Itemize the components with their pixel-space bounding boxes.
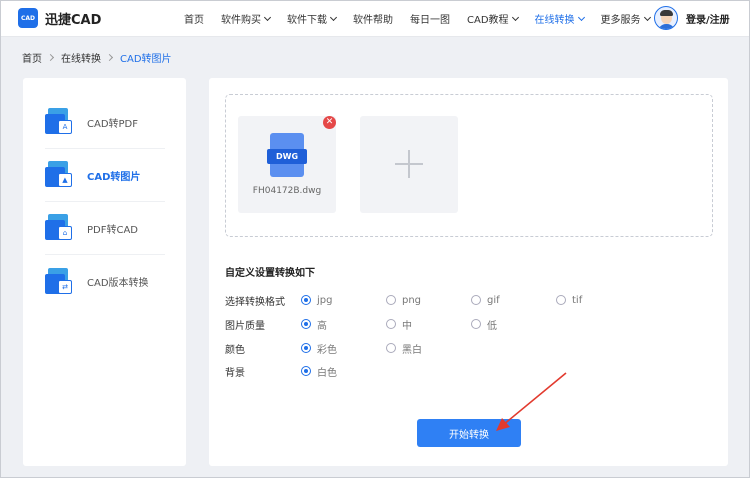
file-name: FH04172B.dwg	[252, 186, 322, 196]
sidebar-item-label: CAD转PDF	[87, 118, 139, 130]
chevron-right-icon	[105, 53, 114, 62]
option-label: 黑白	[402, 344, 422, 356]
format-option-tif[interactable]: tif	[556, 295, 582, 306]
format-option-png[interactable]: png	[386, 295, 421, 306]
option-label: tif	[572, 294, 583, 306]
sidebar-item-cad-to-image[interactable]: ▲ CAD转图片	[45, 149, 165, 202]
sidebar-item-label: CAD版本转换	[87, 278, 149, 289]
format-option-jpg[interactable]: jpg	[301, 295, 332, 306]
uploaded-file-card: DWG FH04172B.dwg ✕	[238, 116, 336, 213]
avatar[interactable]	[654, 6, 678, 30]
option-label: 低	[487, 320, 497, 332]
breadcrumb: 首页 在线转换 CAD转图片	[22, 50, 172, 65]
settings-title: 自定义设置转换如下	[225, 268, 315, 279]
upload-dropzone[interactable]: DWG FH04172B.dwg ✕	[225, 94, 713, 237]
cad-to-image-icon: ▲	[45, 161, 73, 189]
sidebar-item-pdf-to-cad[interactable]: ⌂ PDF转CAD	[45, 202, 165, 255]
nav-online-convert[interactable]: 在线转换	[534, 11, 585, 26]
nav-tutorial[interactable]: CAD教程	[467, 11, 519, 26]
add-file-button[interactable]	[360, 116, 458, 213]
sidebar-item-label: CAD转图片	[87, 171, 141, 183]
user-area[interactable]: 登录/注册	[654, 6, 730, 30]
radio-checked[interactable]	[301, 319, 311, 329]
chevron-down-icon	[577, 13, 585, 21]
quality-option-low[interactable]: 低	[471, 317, 497, 332]
breadcrumb-home[interactable]: 首页	[22, 50, 42, 65]
sidebar-item-cad-to-pdf[interactable]: A CAD转PDF	[45, 96, 165, 149]
pdf-to-cad-icon: ⌂	[45, 214, 73, 242]
chevron-right-icon	[46, 53, 55, 62]
remove-file-button[interactable]: ✕	[323, 116, 336, 129]
nav-download[interactable]: 软件下载	[287, 11, 338, 26]
breadcrumb-online-convert[interactable]: 在线转换	[61, 50, 101, 65]
sidebar-item-label: PDF转CAD	[87, 224, 139, 236]
top-navigation-bar: CAD 迅捷CAD 首页 软件购买 软件下载 软件帮助 每日一图 CAD教程 在…	[0, 0, 750, 37]
color-row: 颜色 彩色 黑白	[225, 341, 705, 356]
file-type-tag: DWG	[267, 149, 307, 164]
cad-version-icon: ⇄	[45, 267, 73, 296]
option-label: gif	[487, 294, 500, 306]
nav-more-label: 更多服务	[600, 15, 641, 26]
option-label: 高	[317, 320, 327, 332]
radio[interactable]	[471, 295, 481, 305]
color-label: 颜色	[225, 344, 245, 356]
chevron-down-icon	[329, 13, 338, 21]
radio[interactable]	[386, 295, 396, 305]
nav-home-label: 首页	[184, 15, 204, 26]
quality-option-medium[interactable]: 中	[386, 317, 412, 332]
quality-option-high[interactable]: 高	[301, 317, 327, 332]
option-label: 白色	[317, 367, 337, 379]
chevron-down-icon	[511, 13, 519, 21]
option-label: 彩色	[317, 344, 337, 356]
sidebar: A CAD转PDF ▲ CAD转图片 ⌂ PDF转CAD ⇄ CAD版本转换	[23, 78, 186, 466]
nav-online-convert-label: 在线转换	[534, 15, 575, 26]
quality-label: 图片质量	[225, 320, 265, 332]
format-row: 选择转换格式 jpg png gif tif	[225, 293, 705, 308]
conversion-panel: DWG FH04172B.dwg ✕ 自定义设置转换如下 选择转换格式 jpg …	[209, 78, 728, 466]
start-convert-button[interactable]: 开始转换	[417, 419, 521, 447]
main-nav: 首页 软件购买 软件下载 软件帮助 每日一图 CAD教程 在线转换 更多服务	[184, 0, 667, 37]
nav-tutorial-label: CAD教程	[467, 15, 509, 26]
logo[interactable]: CAD 迅捷CAD	[18, 8, 101, 28]
nav-buy[interactable]: 软件购买	[221, 11, 272, 26]
nav-daily-label: 每日一图	[410, 15, 450, 26]
nav-daily[interactable]: 每日一图	[410, 11, 450, 26]
radio-checked[interactable]	[301, 343, 311, 353]
background-option-white[interactable]: 白色	[301, 364, 337, 379]
chevron-down-icon	[643, 13, 651, 21]
breadcrumb-current: CAD转图片	[120, 54, 172, 65]
quality-row: 图片质量 高 中 低	[225, 317, 705, 332]
format-label: 选择转换格式	[225, 296, 285, 308]
chevron-down-icon	[263, 13, 272, 21]
radio[interactable]	[386, 343, 396, 353]
cad-to-pdf-icon: A	[45, 108, 73, 136]
nav-more[interactable]: 更多服务	[600, 11, 651, 26]
radio[interactable]	[471, 319, 481, 329]
radio[interactable]	[386, 319, 396, 329]
format-option-gif[interactable]: gif	[471, 295, 500, 306]
background-row: 背景 白色	[225, 364, 705, 379]
color-option-color[interactable]: 彩色	[301, 341, 337, 356]
option-label: 中	[402, 320, 412, 332]
logo-text: 迅捷CAD	[45, 12, 102, 28]
radio-checked[interactable]	[301, 366, 311, 376]
background-label: 背景	[225, 367, 245, 379]
radio[interactable]	[556, 295, 566, 305]
login-register-link[interactable]: 登录/注册	[686, 11, 730, 26]
dwg-file-icon: DWG	[267, 133, 307, 177]
color-option-bw[interactable]: 黑白	[386, 341, 422, 356]
nav-buy-label: 软件购买	[221, 15, 261, 26]
nav-download-label: 软件下载	[287, 15, 327, 26]
nav-help[interactable]: 软件帮助	[353, 11, 393, 26]
cad-logo-icon: CAD	[18, 8, 38, 28]
plus-icon-vertical	[408, 150, 410, 178]
nav-help-label: 软件帮助	[353, 15, 393, 26]
radio-checked[interactable]	[301, 295, 311, 305]
nav-home[interactable]: 首页	[184, 11, 204, 26]
option-label: jpg	[317, 294, 333, 306]
option-label: png	[402, 294, 422, 306]
sidebar-item-cad-version[interactable]: ⇄ CAD版本转换	[45, 255, 165, 308]
